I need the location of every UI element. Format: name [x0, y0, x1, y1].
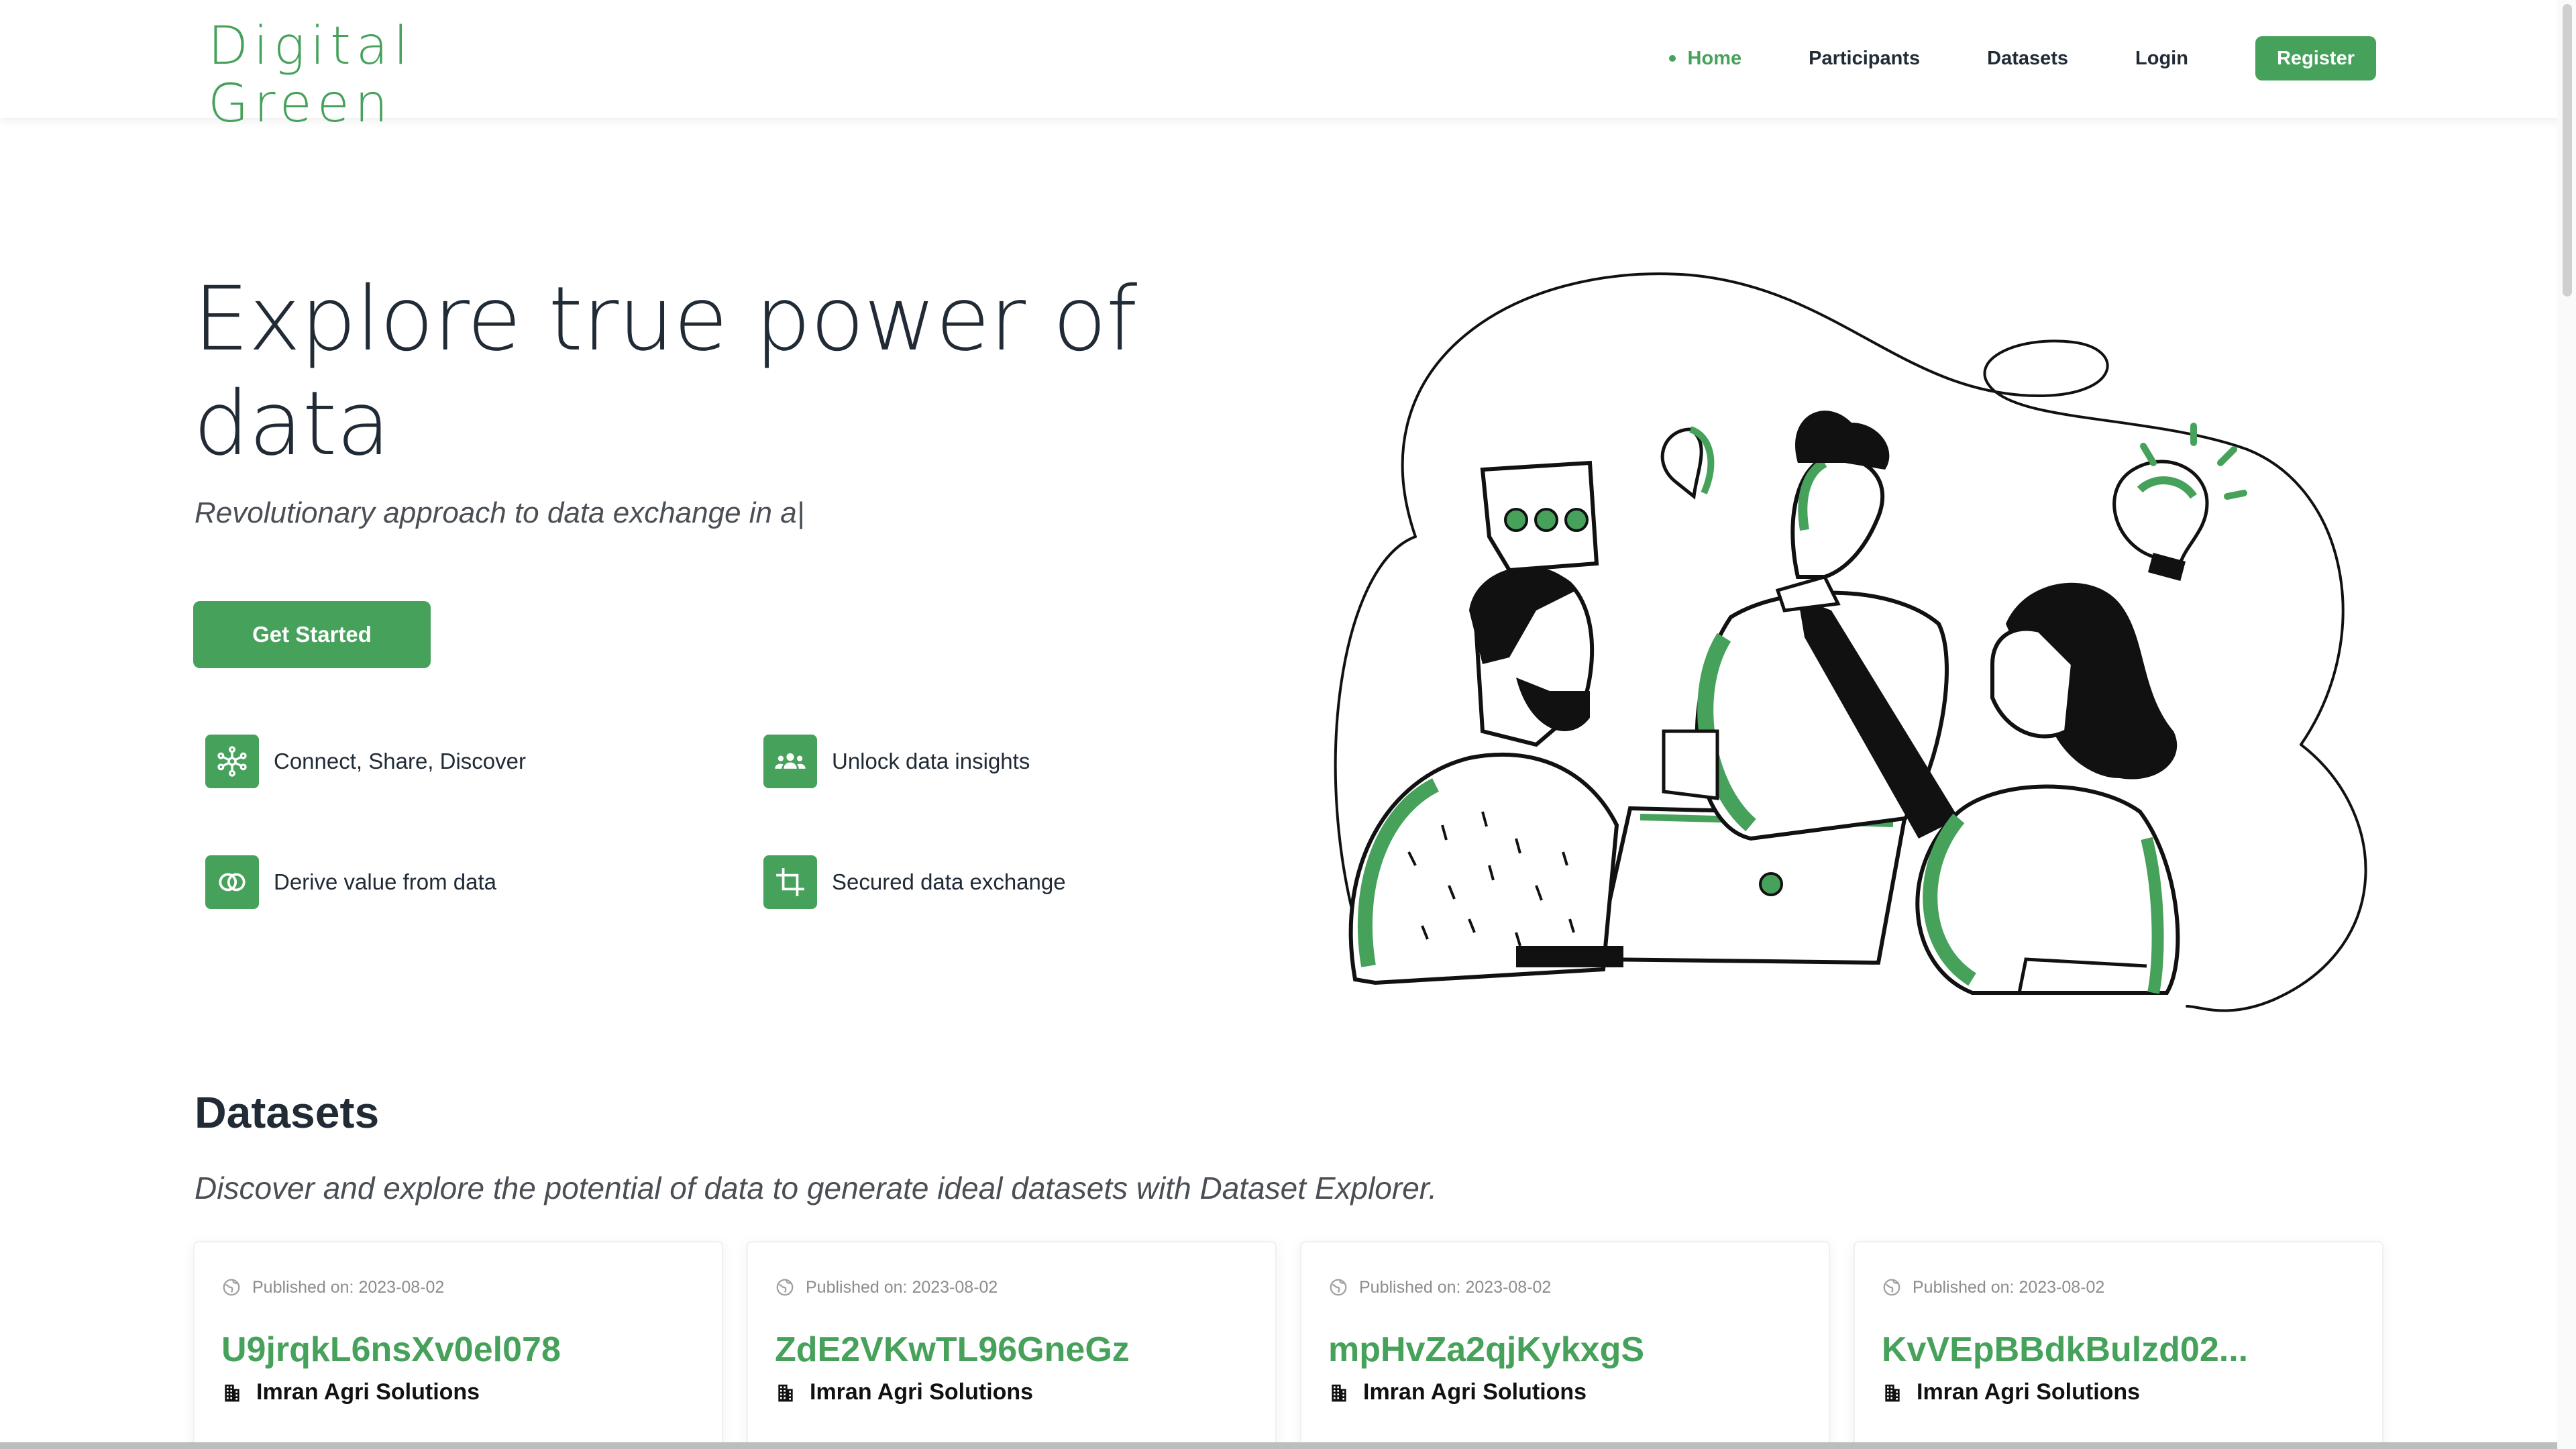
nav-home-label: Home: [1687, 47, 1742, 69]
feature-secured: Secured data exchange: [763, 855, 1066, 909]
crop-icon: [763, 855, 817, 909]
dataset-name[interactable]: KvVEpBBdkBulzd02...: [1882, 1330, 2365, 1370]
dataset-card[interactable]: Published on: 2023-08-02 U9jrqkL6nsXv0el…: [193, 1241, 723, 1449]
nav-participants[interactable]: Participants: [1809, 48, 1920, 70]
digital-green-logo[interactable]: Digital Green: [208, 17, 413, 133]
horizontal-scrollbar[interactable]: [0, 1442, 2557, 1449]
building-icon: [1332, 1384, 1346, 1401]
globe-icon: [223, 1279, 240, 1296]
hub-icon: [205, 735, 259, 788]
datasets-section-title: Datasets: [195, 1087, 380, 1137]
hero-title: Explore true power of data: [193, 268, 1137, 476]
logo-line-1: Digital: [208, 16, 414, 76]
dataset-org-text: Imran Agri Solutions: [810, 1379, 1034, 1405]
building-icon: [1885, 1384, 1900, 1401]
dataset-org-text: Imran Agri Solutions: [256, 1379, 480, 1405]
main-nav: Home Participants Datasets Login Registe…: [1602, 36, 2376, 80]
nav-login[interactable]: Login: [2135, 48, 2188, 70]
feature-secured-label: Secured data exchange: [832, 869, 1066, 894]
scrollbar-thumb[interactable]: [2563, 4, 2572, 297]
datasets-section-subtitle: Discover and explore the potential of da…: [195, 1171, 1438, 1205]
building-icon: [778, 1384, 793, 1401]
feature-connect-label: Connect, Share, Discover: [274, 749, 527, 773]
feature-insights-label: Unlock data insights: [832, 749, 1030, 773]
feature-connect: Connect, Share, Discover: [205, 735, 526, 788]
team-collaboration-illustration: [1334, 272, 2367, 1012]
building-icon: [225, 1384, 239, 1401]
dataset-card[interactable]: Published on: 2023-08-02 mpHvZa2qjKykxgS…: [1300, 1241, 1830, 1449]
dataset-card[interactable]: Published on: 2023-08-02 KvVEpBBdkBulzd0…: [1854, 1241, 2383, 1449]
published-date: Published on: 2023-08-02: [1882, 1277, 2104, 1297]
published-date-text: Published on: 2023-08-02: [252, 1277, 445, 1297]
dataset-org: Imran Agri Solutions: [1328, 1379, 1587, 1405]
toggle-icon: [205, 855, 259, 909]
vertical-scrollbar[interactable]: [2557, 0, 2576, 1449]
dataset-name[interactable]: mpHvZa2qjKykxgS: [1328, 1330, 1811, 1370]
dataset-org: Imran Agri Solutions: [775, 1379, 1033, 1405]
nav-home[interactable]: Home: [1668, 47, 1742, 70]
nav-datasets[interactable]: Datasets: [1987, 48, 2068, 70]
feature-insights: Unlock data insights: [763, 735, 1030, 788]
groups-icon: [763, 735, 817, 788]
globe-icon: [776, 1279, 794, 1296]
logo-line-2: Green: [208, 74, 394, 134]
published-date-text: Published on: 2023-08-02: [1359, 1277, 1552, 1297]
get-started-button[interactable]: Get Started: [193, 601, 431, 668]
dataset-name[interactable]: ZdE2VKwTL96GneGz: [775, 1330, 1258, 1370]
published-date-text: Published on: 2023-08-02: [1913, 1277, 2105, 1297]
globe-icon: [1883, 1279, 1900, 1296]
hero-subtitle: Revolutionary approach to data exchange …: [195, 496, 805, 529]
published-date: Published on: 2023-08-02: [775, 1277, 998, 1297]
dataset-org-text: Imran Agri Solutions: [1363, 1379, 1587, 1405]
published-date-text: Published on: 2023-08-02: [806, 1277, 998, 1297]
top-header: Digital Green Home Participants Datasets…: [0, 0, 2576, 133]
dataset-org: Imran Agri Solutions: [221, 1379, 480, 1405]
register-button[interactable]: Register: [2255, 36, 2376, 80]
feature-derive: Derive value from data: [205, 855, 496, 909]
published-date: Published on: 2023-08-02: [1328, 1277, 1551, 1297]
feature-derive-label: Derive value from data: [274, 869, 496, 894]
dataset-org-text: Imran Agri Solutions: [1917, 1379, 2141, 1405]
published-date: Published on: 2023-08-02: [221, 1277, 444, 1297]
dataset-name[interactable]: U9jrqkL6nsXv0el078: [221, 1330, 704, 1370]
dataset-card[interactable]: Published on: 2023-08-02 ZdE2VKwTL96GneG…: [747, 1241, 1277, 1449]
active-dot-icon: [1668, 55, 1676, 62]
dataset-org: Imran Agri Solutions: [1882, 1379, 2140, 1405]
globe-icon: [1330, 1279, 1347, 1296]
